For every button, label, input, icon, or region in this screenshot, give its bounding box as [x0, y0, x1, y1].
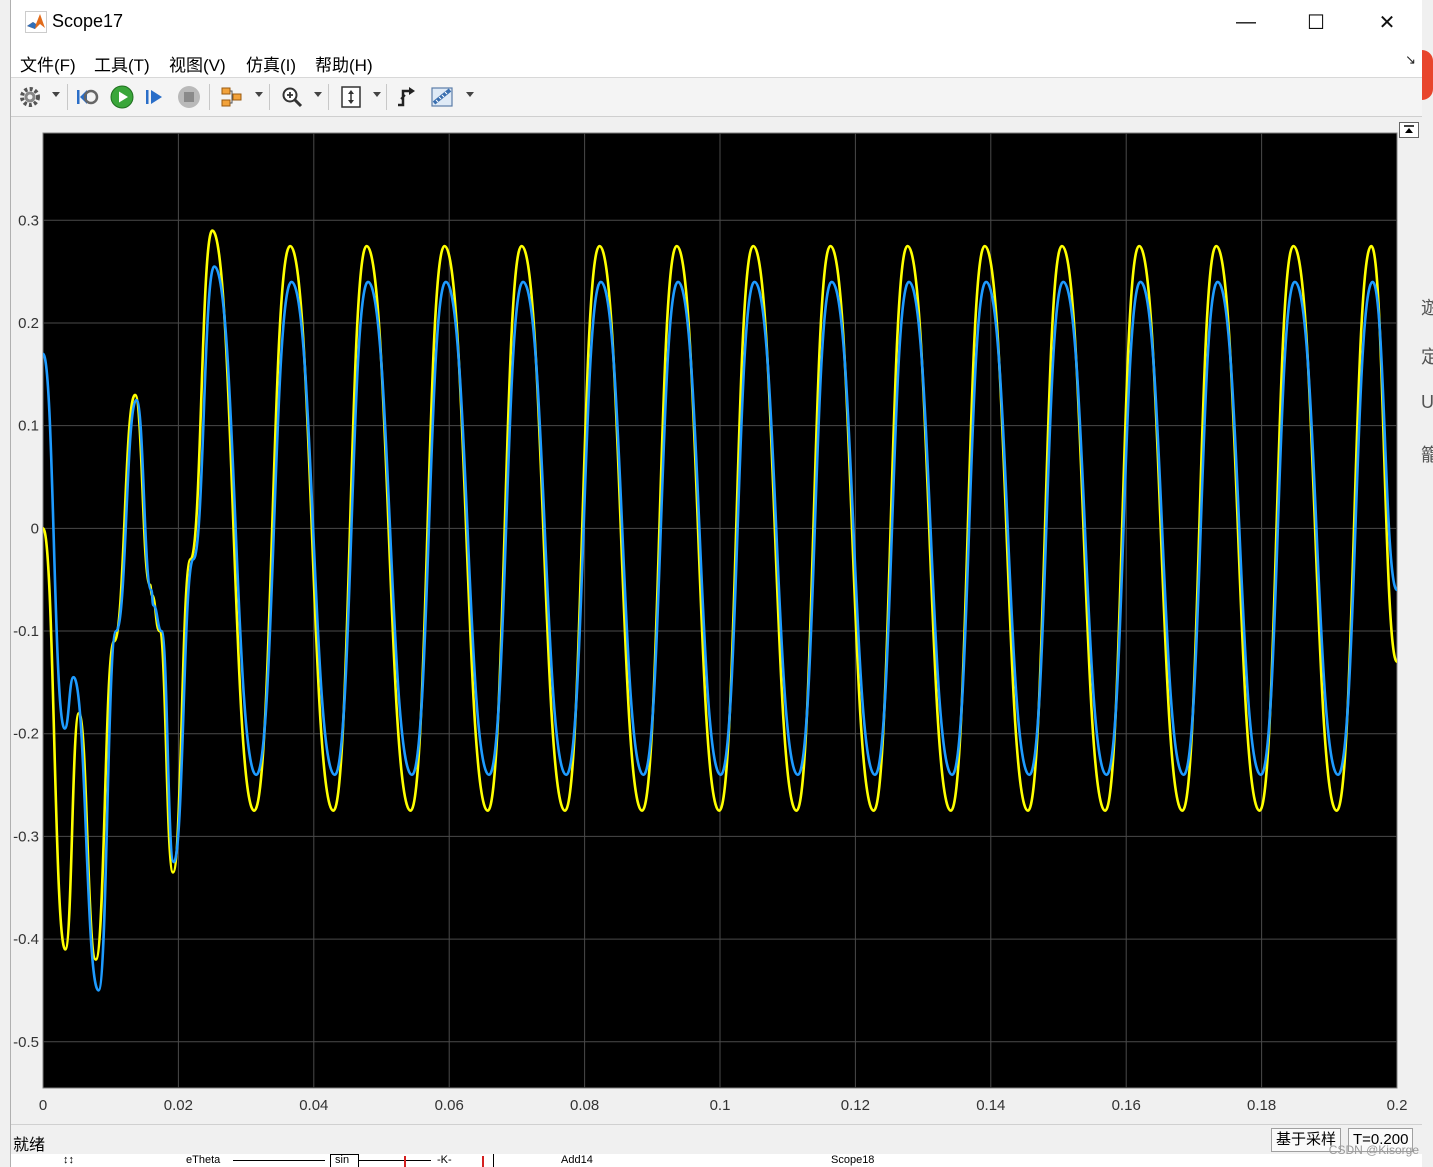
autoscale-button[interactable] [338, 84, 364, 110]
model-canvas-strip: ↕↕ eTheta sin -K- Add14 Scope18 [11, 1154, 1422, 1167]
menu-file[interactable]: 文件(F) [20, 51, 76, 76]
zoom-in-icon [282, 87, 303, 108]
stop-button[interactable] [176, 84, 202, 110]
edge-glyph-3: U [1421, 392, 1433, 412]
autoscale-dropdown-icon[interactable] [373, 92, 381, 97]
minimize-button[interactable]: — [1211, 0, 1281, 44]
edge-glyph-2: 定 [1421, 347, 1433, 367]
signal-line [359, 1160, 431, 1161]
strip-block-gain: -K- [437, 1154, 452, 1166]
x-tick-label: 0.1 [710, 1097, 731, 1114]
y-tick-label: -0.2 [13, 726, 39, 743]
highlight-button[interactable] [219, 84, 245, 110]
strip-block-etheta: eTheta [186, 1154, 221, 1166]
x-tick-label: 0.02 [164, 1097, 193, 1114]
maximize-button[interactable]: ☐ [1281, 0, 1351, 44]
highlight-dropdown-icon[interactable] [255, 92, 263, 97]
y-tick-label: -0.5 [13, 1034, 39, 1051]
highlight-icon [221, 87, 242, 107]
toolbar-separator [328, 84, 329, 110]
measurements-dropdown-icon[interactable] [466, 92, 474, 97]
x-tick-label: 0.12 [841, 1097, 870, 1114]
menu-view[interactable]: 视图(V) [169, 51, 226, 76]
x-tick-label: 0.2 [1387, 1097, 1408, 1114]
autoscale-icon [341, 86, 361, 108]
step-back-icon [77, 89, 99, 105]
background-window-accent [1422, 50, 1433, 100]
menu-help[interactable]: 帮助(H) [315, 51, 373, 76]
step-back-button[interactable] [75, 84, 101, 110]
strip-block-scope18: Scope18 [831, 1154, 875, 1166]
minimize-icon: — [1236, 10, 1256, 33]
edge-glyph-1: 遊 [1421, 298, 1433, 318]
menu-simulation[interactable]: 仿真(I) [246, 51, 296, 76]
menu-tools[interactable]: 工具(T) [94, 51, 150, 76]
scope-display: 0 0.02 0.04 0.06 0.08 0.1 0.12 0.14 0.16 0.18 0.2 -… [11, 117, 1422, 1123]
triggers-button[interactable] [394, 84, 420, 110]
run-button[interactable] [109, 84, 135, 110]
run-icon [110, 85, 134, 109]
title-bar: Scope17 — ☐ ✕ [11, 0, 1422, 44]
scope-chart[interactable]: 0 0.02 0.04 0.06 0.08 0.1 0.12 0.14 0.16 0.18 0.2 -… [11, 117, 1422, 1123]
x-tick-label: 0.04 [299, 1097, 328, 1114]
strip-block-sin: sin [335, 1154, 350, 1166]
signal-marker [404, 1156, 406, 1167]
x-tick-label: 0 [39, 1097, 47, 1114]
stop-icon [178, 86, 200, 108]
y-tick-label: 0.1 [18, 418, 39, 435]
y-tick-label: -0.4 [13, 931, 39, 948]
collapse-menu-icon[interactable]: ↘ [1405, 52, 1416, 68]
y-tick-label: 0 [31, 520, 39, 537]
port-arrows-icon: ↕↕ [63, 1154, 74, 1166]
x-tick-label: 0.14 [976, 1097, 1005, 1114]
maximize-icon: ☐ [1307, 11, 1325, 34]
close-button[interactable]: ✕ [1352, 0, 1422, 44]
signal-line [233, 1160, 325, 1161]
y-tick-label: -0.3 [13, 828, 39, 845]
step-forward-button[interactable] [142, 84, 168, 110]
edge-glyph-4: 籠 [1421, 445, 1433, 465]
background-window-edge [1422, 0, 1433, 1167]
settings-icon [20, 87, 40, 107]
settings-dropdown-icon[interactable] [52, 92, 60, 97]
menu-bar: 文件(F) 工具(T) 视图(V) 仿真(I) 帮助(H) ↘ [11, 44, 1422, 78]
toolbar-separator [67, 84, 68, 110]
x-tick-label: 0.16 [1112, 1097, 1141, 1114]
measurements-icon [431, 87, 453, 107]
watermark: CSDN @Kisorge [1328, 1143, 1419, 1157]
close-icon: ✕ [1378, 11, 1396, 34]
zoom-button[interactable] [279, 84, 305, 110]
y-tick-label: 0.3 [18, 212, 39, 229]
block-edge [493, 1154, 494, 1167]
toolbar-separator [269, 84, 270, 110]
zoom-dropdown-icon[interactable] [314, 92, 322, 97]
toolbar [11, 78, 1422, 117]
x-tick-label: 0.08 [570, 1097, 599, 1114]
x-tick-label: 0.18 [1247, 1097, 1276, 1114]
y-tick-label: -0.1 [13, 623, 39, 640]
window-title: Scope17 [52, 11, 124, 31]
signal-marker [482, 1156, 484, 1167]
scope-window: Scope17 — ☐ ✕ 文件(F) 工具(T) 视图(V) 仿真(I) 帮助… [10, 0, 1423, 1167]
matlab-logo-icon [25, 11, 47, 33]
status-bar: 就绪 基于采样 T=0.200 [11, 1124, 1422, 1155]
settings-button[interactable] [17, 84, 43, 110]
toolbar-separator [209, 84, 210, 110]
toolbar-separator [386, 84, 387, 110]
strip-block-add14: Add14 [561, 1154, 593, 1166]
x-tick-label: 0.06 [435, 1097, 464, 1114]
status-text: 就绪 [13, 1137, 46, 1154]
measurements-button[interactable] [430, 84, 456, 110]
step-forward-icon [146, 90, 162, 104]
y-tick-label: 0.2 [18, 315, 39, 332]
triggers-icon [398, 87, 415, 107]
